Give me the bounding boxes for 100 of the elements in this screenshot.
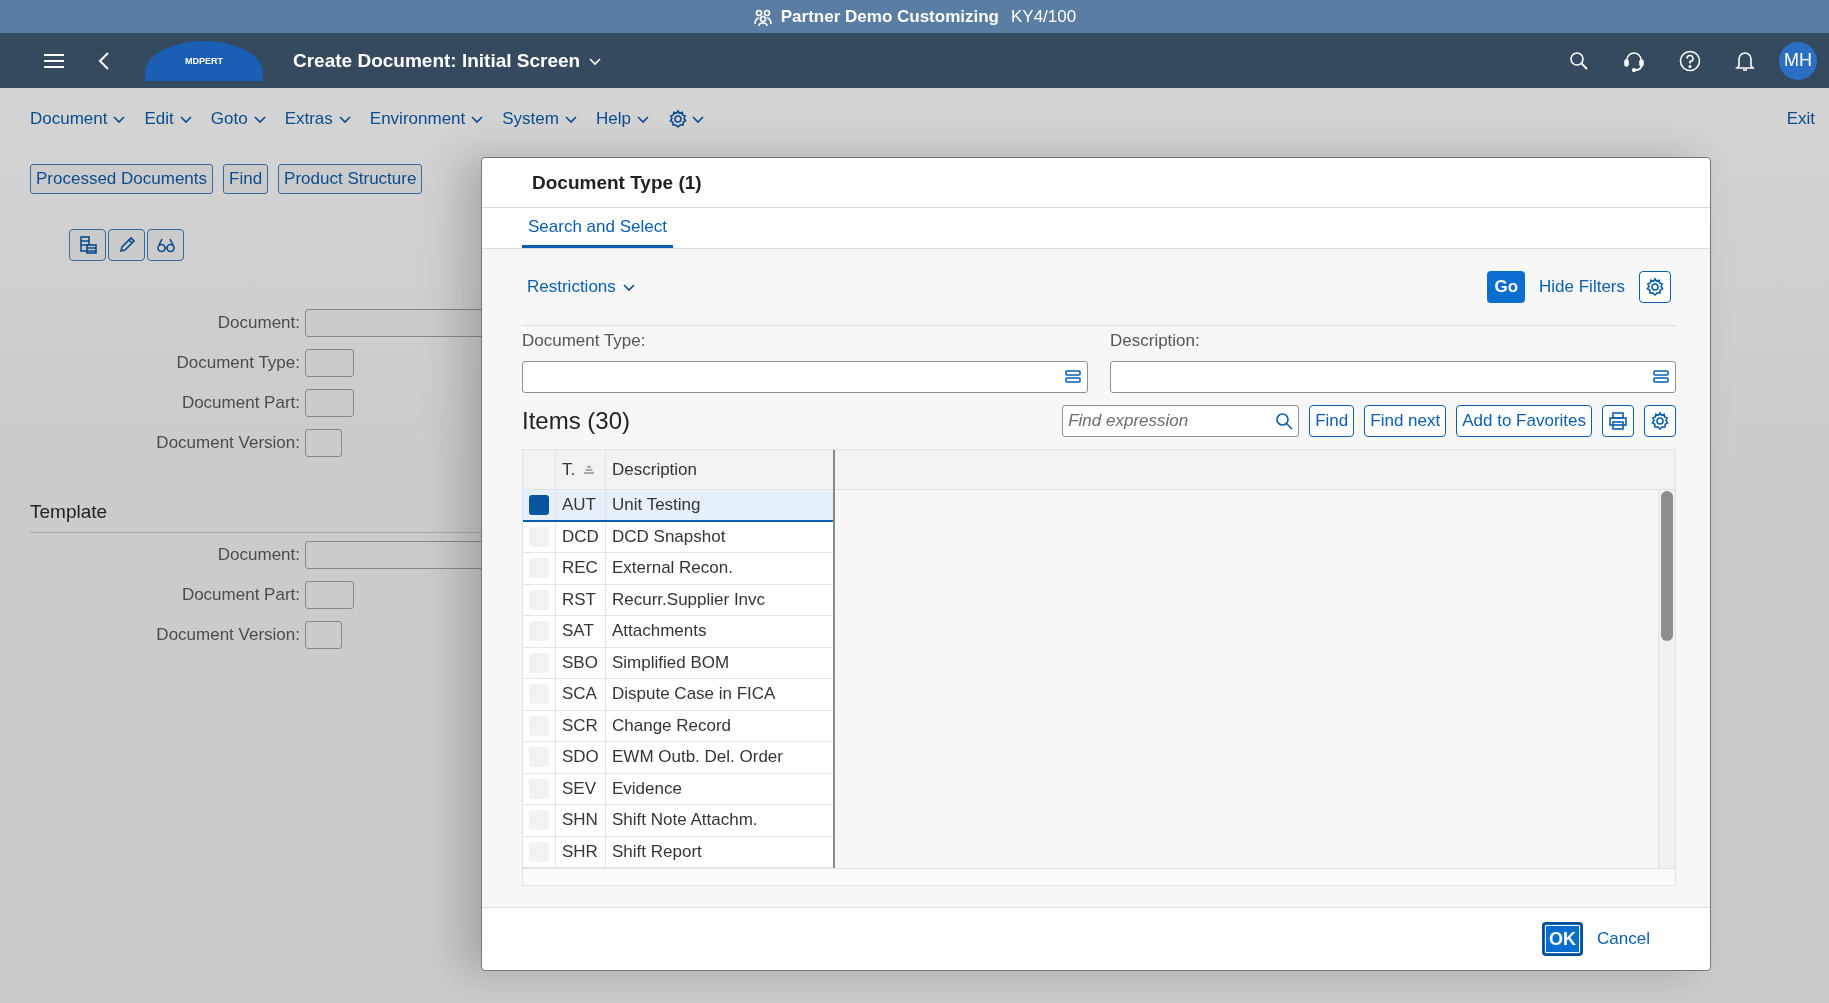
input-field[interactable] xyxy=(305,389,354,417)
table-cell: DCD xyxy=(556,521,606,552)
page-title: Create Document: Initial Screen xyxy=(293,49,581,72)
table-cell-text: DCD Snapshot xyxy=(611,525,727,548)
table-row[interactable]: SEV Evidence xyxy=(523,773,833,805)
input-field[interactable] xyxy=(522,361,1088,393)
table-cell: SBO xyxy=(556,647,606,678)
chevron-down-icon[interactable] xyxy=(337,113,352,125)
search-icon[interactable] xyxy=(1275,412,1294,430)
table-cell: SDO xyxy=(556,742,606,773)
field-label: Document Version: xyxy=(155,625,300,645)
table-row[interactable]: SHN Shift Note Attachm. xyxy=(523,805,833,837)
toolbar-button[interactable]: Find xyxy=(223,164,269,194)
back-icon[interactable] xyxy=(97,50,111,71)
value-help-icon[interactable] xyxy=(1652,368,1670,385)
app-title: Partner Demo Customizing xyxy=(780,6,999,27)
toolbar-button[interactable]: Add to Favorites xyxy=(1456,405,1592,437)
printer-icon xyxy=(1608,411,1628,431)
column-header[interactable]: T. xyxy=(556,450,606,489)
table-row[interactable]: SAT Attachments xyxy=(523,616,833,648)
glasses-button[interactable] xyxy=(147,229,184,261)
search-field[interactable]: Find expression xyxy=(1062,405,1300,437)
menu-icon[interactable] xyxy=(43,51,65,70)
toolbar-button[interactable]: Product Structure xyxy=(278,164,423,194)
table-row[interactable]: SCR Change Record xyxy=(523,710,833,742)
table-cell-text: Recurr.Supplier Invc xyxy=(611,588,767,611)
chevron-down-icon[interactable] xyxy=(690,113,705,125)
menu-item[interactable]: Environment xyxy=(369,109,485,129)
chevron-down-icon[interactable] xyxy=(112,113,127,125)
toolbar-button[interactable]: Find xyxy=(1309,405,1355,437)
table-cell: REC xyxy=(556,553,606,584)
table-row[interactable]: REC External Recon. xyxy=(523,553,833,585)
ok-button[interactable]: OK xyxy=(1542,922,1584,956)
menu-item[interactable]: Help xyxy=(595,109,650,129)
menu-item[interactable]: Extras xyxy=(284,109,352,129)
settings-button[interactable] xyxy=(1639,271,1671,303)
hide-filters-button[interactable]: Hide Filters xyxy=(1539,277,1625,297)
menu-item[interactable]: Goto xyxy=(210,109,267,129)
user-avatar[interactable]: MH xyxy=(1779,41,1817,80)
table-row[interactable]: RST Recurr.Supplier Invc xyxy=(523,584,833,616)
field-label: Document: xyxy=(216,313,300,333)
field-label: Document Part: xyxy=(180,585,300,605)
chevron-down-icon[interactable] xyxy=(178,113,193,125)
cancel-button[interactable]: Cancel xyxy=(1597,929,1650,949)
search-icon[interactable] xyxy=(1569,50,1589,71)
toolbar-button[interactable]: Find next xyxy=(1364,405,1447,437)
table-row[interactable]: SBO Simplified BOM xyxy=(523,647,833,679)
table-row[interactable]: SHR Shift Report xyxy=(523,836,833,868)
chevron-down-icon[interactable] xyxy=(635,113,650,125)
menu-item[interactable]: System xyxy=(502,109,578,129)
field-label: Document Part: xyxy=(180,393,300,413)
input-field[interactable] xyxy=(305,621,342,649)
table-cell-text: Simplified BOM xyxy=(611,651,731,674)
table-button[interactable] xyxy=(69,229,106,261)
table-cell-text: Attachments xyxy=(611,620,708,643)
restrictions-button[interactable]: Restrictions xyxy=(527,277,636,297)
chevron-down-icon[interactable] xyxy=(252,113,267,125)
bell-icon[interactable] xyxy=(1735,49,1755,72)
table-row[interactable]: SCA Dispute Case in FICA xyxy=(523,679,833,711)
settings-icon[interactable] xyxy=(667,109,688,129)
filter-label: Document Type: xyxy=(522,331,647,351)
toolbar-button[interactable]: Processed Documents xyxy=(30,164,214,194)
chevron-down-icon[interactable] xyxy=(621,281,636,293)
table-cell: SEV xyxy=(556,773,606,804)
table-cell: SCA xyxy=(556,679,606,710)
row-selector[interactable] xyxy=(529,494,549,515)
input-field[interactable] xyxy=(305,429,342,457)
input-field[interactable] xyxy=(305,349,354,377)
input-field[interactable] xyxy=(305,581,354,609)
scrollbar[interactable] xyxy=(1658,490,1675,868)
help-icon[interactable] xyxy=(1679,49,1701,72)
table-cell: RST xyxy=(556,584,606,615)
input-field[interactable] xyxy=(1110,361,1676,393)
value-help-icon[interactable] xyxy=(1064,368,1082,385)
section-title: Template xyxy=(30,501,108,523)
menu-item[interactable]: Document xyxy=(30,109,127,129)
field-label: Document: xyxy=(216,545,300,565)
go-button[interactable]: Go xyxy=(1487,271,1526,303)
field-label: Document Version: xyxy=(155,433,300,453)
print-button[interactable] xyxy=(1602,405,1634,437)
people-icon[interactable] xyxy=(752,7,773,26)
chevron-down-icon[interactable] xyxy=(563,113,578,125)
table-cell-text: Shift Note Attachm. xyxy=(611,809,759,832)
table-cell: SCR xyxy=(556,710,606,741)
pencil-button[interactable] xyxy=(108,229,145,261)
filter-label: Description: xyxy=(1110,331,1201,351)
chevron-down-icon[interactable] xyxy=(470,113,485,125)
table-cell-text: Dispute Case in FICA xyxy=(611,683,777,706)
logo-text: MDPERT xyxy=(185,55,223,66)
settings-button[interactable] xyxy=(1644,405,1676,437)
table-row[interactable]: SDO EWM Outb. Del. Order xyxy=(523,742,833,774)
scrollbar-thumb[interactable] xyxy=(1661,491,1673,641)
exit-button[interactable]: Exit xyxy=(1786,109,1815,129)
menu-item[interactable]: Edit xyxy=(144,109,193,129)
column-header[interactable]: Description xyxy=(606,450,833,489)
table-cell-text: Evidence xyxy=(611,777,683,800)
table-row[interactable]: AUT Unit Testing xyxy=(523,490,833,522)
table-row[interactable]: DCD DCD Snapshot xyxy=(523,521,833,553)
headset-icon[interactable] xyxy=(1623,49,1645,72)
table-cell-text: Shift Report xyxy=(611,840,703,863)
